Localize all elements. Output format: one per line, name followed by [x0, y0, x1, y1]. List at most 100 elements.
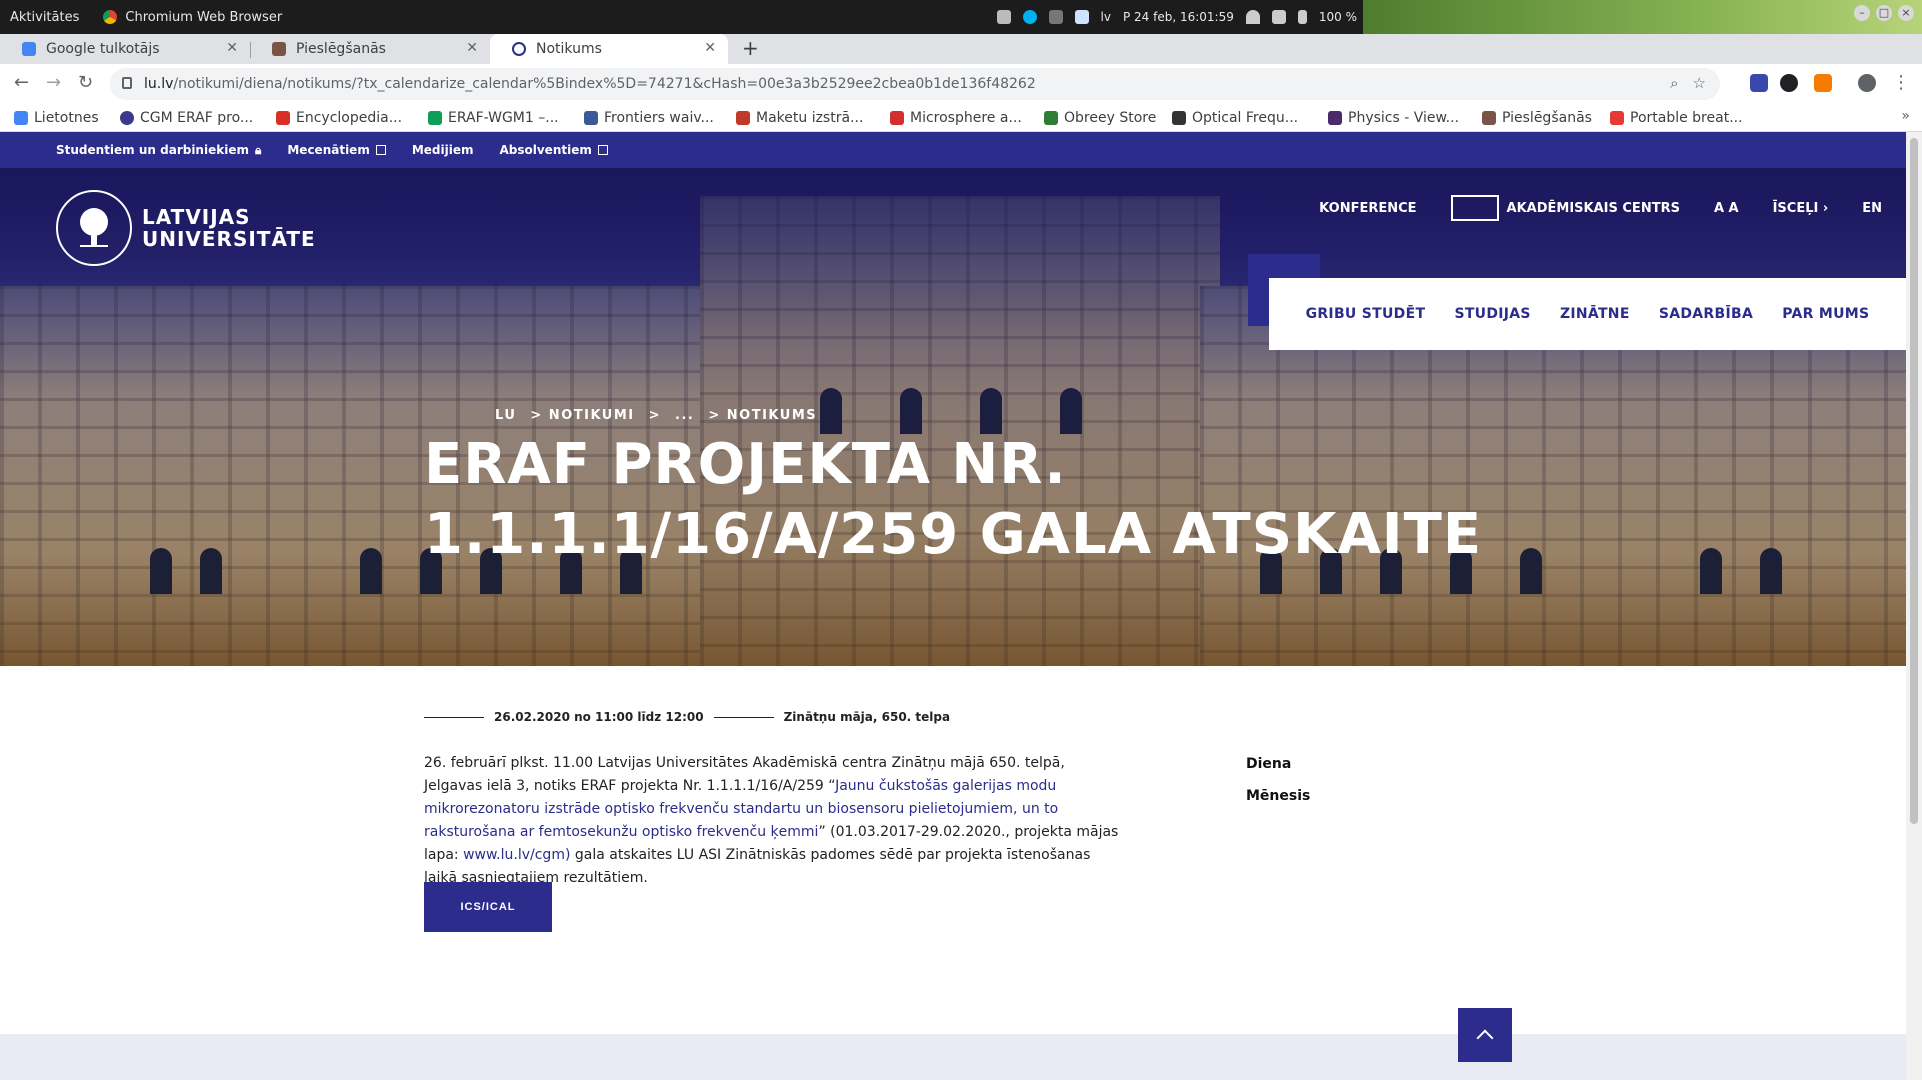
sidebar-item-month[interactable]: Mēnesis [1246, 788, 1310, 804]
utility-link-alumni[interactable]: Absolventiem [499, 143, 608, 157]
url-path: /notikumi/diena/notikums/?tx_calendarize… [173, 76, 1036, 92]
bookmark-label: Physics - View... [1348, 109, 1460, 126]
app-name: Chromium Web Browser [125, 9, 283, 25]
chevron-up-icon [1476, 1029, 1494, 1047]
nav-sadarbiba[interactable]: SADARBĪBA [1659, 306, 1753, 322]
bookmark-label: Frontiers waiv... [604, 109, 714, 126]
new-tab-icon[interactable]: + [742, 36, 759, 60]
calendar-view-sidebar: Diena Mēnesis [1246, 756, 1310, 820]
profile-avatar-icon[interactable] [1858, 74, 1876, 92]
back-to-top-button[interactable] [1458, 1008, 1512, 1062]
minimize-icon[interactable]: – [1854, 5, 1870, 21]
utility-label: Studentiem un darbiniekiem [56, 143, 249, 157]
bookmark-item[interactable]: ERAF-WGM1 –... [428, 110, 559, 126]
breadcrumb-separator: > [648, 408, 662, 423]
nav-par-mums[interactable]: PAR MUMS [1782, 306, 1869, 322]
link-academic-center[interactable]: AKADĒMISKAIS CENTRS [1450, 195, 1680, 221]
sidebar-item-day[interactable]: Diena [1246, 756, 1310, 772]
bookmark-item[interactable]: Frontiers waiv... [584, 110, 714, 126]
shortcuts-label: ĪSCEĻI [1772, 200, 1819, 216]
breadcrumb-notikumi[interactable]: > NOTIKUMI [530, 408, 634, 423]
app-menu[interactable]: Chromium Web Browser [91, 10, 282, 25]
rp-icon [276, 110, 290, 125]
nav-zinatne[interactable]: ZINĀTNE [1560, 306, 1630, 322]
lock-icon: 🔒︎ [254, 142, 262, 157]
nav-studijas[interactable]: STUDIJAS [1454, 306, 1530, 322]
font-size-toggle[interactable]: A A [1714, 201, 1739, 216]
forward-icon[interactable]: → [46, 72, 61, 93]
nav-gribu-studet[interactable]: GRIBU STUDĒT [1306, 306, 1426, 322]
footer-strip [0, 1034, 1906, 1080]
bookmark-item[interactable]: Pieslēgšanās [1482, 110, 1592, 126]
bookmark-item[interactable]: Physics - View... [1328, 110, 1459, 126]
clock[interactable]: P 24 feb, 16:01:59 [1123, 10, 1234, 24]
utility-link-media[interactable]: Medijiem [412, 143, 474, 157]
main-navigation: GRIBU STUDĒT STUDIJAS ZINĀTNE SADARBĪBA … [1269, 278, 1906, 350]
bookmark-item[interactable]: Obreey Store [1044, 110, 1156, 126]
bookmark-item[interactable]: Encyclopedia... [276, 110, 402, 126]
address-bar[interactable]: lu.lv/notikumi/diena/notikums/?tx_calend… [110, 68, 1720, 100]
bookmark-star-icon[interactable]: ☆ [1693, 74, 1706, 92]
battery-level: 100 % [1318, 10, 1357, 24]
keyboard-layout[interactable]: lv [1101, 10, 1111, 24]
battery-icon [1297, 10, 1307, 24]
utility-link-patrons[interactable]: Mecenātiem [287, 143, 386, 157]
more-bookmarks-icon[interactable]: » [1901, 108, 1910, 124]
divider [713, 716, 774, 718]
utility-link-students[interactable]: Studentiem un darbiniekiem 🔒︎ [56, 143, 261, 158]
activities-button[interactable]: Aktivitātes [0, 10, 91, 25]
link-label: AKADĒMISKAIS CENTRS [1506, 200, 1680, 216]
close-tab-icon[interactable]: ✕ [704, 40, 716, 56]
university-logo[interactable]: LATVIJAS UNIVERSITĀTE [56, 190, 316, 266]
bookmark-item[interactable]: Microsphere a... [890, 110, 1022, 126]
url-host: lu.lv [144, 76, 174, 92]
desktop-background: – □ × [1363, 0, 1922, 34]
bookmark-item[interactable]: Maketu izstrā... [736, 110, 863, 126]
nist-icon [1172, 110, 1186, 125]
drive-icon [428, 110, 442, 125]
language-switch[interactable]: EN [1862, 201, 1882, 216]
utility-bar: Studentiem un darbiniekiem 🔒︎ Mecenātiem … [0, 132, 1906, 168]
bookmarks-bar: Lietotnes CGM ERAF pro... Encyclopedia..… [0, 104, 1922, 132]
lu-favicon-icon [512, 42, 526, 56]
event-datetime: 26.02.2020 no 11:00 līdz 12:00 [494, 710, 704, 724]
breadcrumb-lu[interactable]: LU [495, 408, 516, 423]
page-scrollbar[interactable] [1906, 132, 1922, 1080]
os-top-bar: Aktivitātes Chromium Web Browser lv P 24… [0, 0, 1363, 34]
bookmark-label: Encyclopedia... [296, 109, 403, 126]
login-icon [1482, 110, 1496, 125]
bookmark-label: Maketu izstrā... [756, 109, 864, 126]
maximize-icon[interactable]: □ [1876, 5, 1892, 21]
close-tab-icon[interactable]: ✕ [226, 40, 238, 56]
bookmark-item[interactable]: CGM ERAF pro... [120, 110, 253, 126]
link-konference[interactable]: KONFERENCE [1319, 201, 1416, 216]
extension-puzzle-icon[interactable] [1750, 74, 1768, 92]
reload-icon[interactable]: ↻ [78, 72, 93, 93]
bookmark-item[interactable]: Optical Frequ... [1172, 110, 1298, 126]
utility-label: Mecenātiem [287, 143, 370, 157]
zoom-icon[interactable]: ⌕ [1670, 74, 1678, 92]
tab-notikums[interactable]: Notikums ✕ [490, 34, 728, 64]
scrollbar-thumb[interactable] [1910, 138, 1918, 824]
microsphere-icon [890, 110, 904, 125]
extension-tool-icon[interactable] [1780, 74, 1798, 92]
bookmark-item[interactable]: Portable breat... [1610, 110, 1743, 126]
tab-login[interactable]: Pieslēgšanās ✕ [250, 34, 490, 64]
frontiers-icon [584, 110, 598, 125]
back-icon[interactable]: ← [14, 72, 29, 93]
menu-kebab-icon[interactable]: ⋮ [1892, 72, 1910, 93]
external-link-icon [597, 145, 608, 155]
project-homepage-link[interactable]: www.lu.lv/cgm) [463, 847, 570, 863]
breadcrumb-ellipsis[interactable]: ... [675, 408, 694, 423]
extension-sc-icon[interactable] [1814, 74, 1832, 92]
close-window-icon[interactable]: × [1898, 5, 1914, 21]
close-tab-icon[interactable]: ✕ [466, 40, 478, 56]
bookmark-apps[interactable]: Lietotnes [14, 110, 99, 126]
tab-google-translate[interactable]: Google tulkotājs ✕ [0, 34, 250, 64]
ics-download-button[interactable]: ICS/ICAL [424, 882, 552, 932]
event-meta: 26.02.2020 no 11:00 līdz 12:00 Zinātņu m… [424, 710, 950, 724]
tab-strip: Google tulkotājs ✕ Pieslēgšanās ✕ Notiku… [0, 34, 1922, 64]
login-page-icon [272, 42, 286, 56]
system-tray[interactable]: lv P 24 feb, 16:01:59 100 % [996, 10, 1357, 24]
shortcuts-menu[interactable]: ĪSCEĻI › [1773, 201, 1829, 216]
